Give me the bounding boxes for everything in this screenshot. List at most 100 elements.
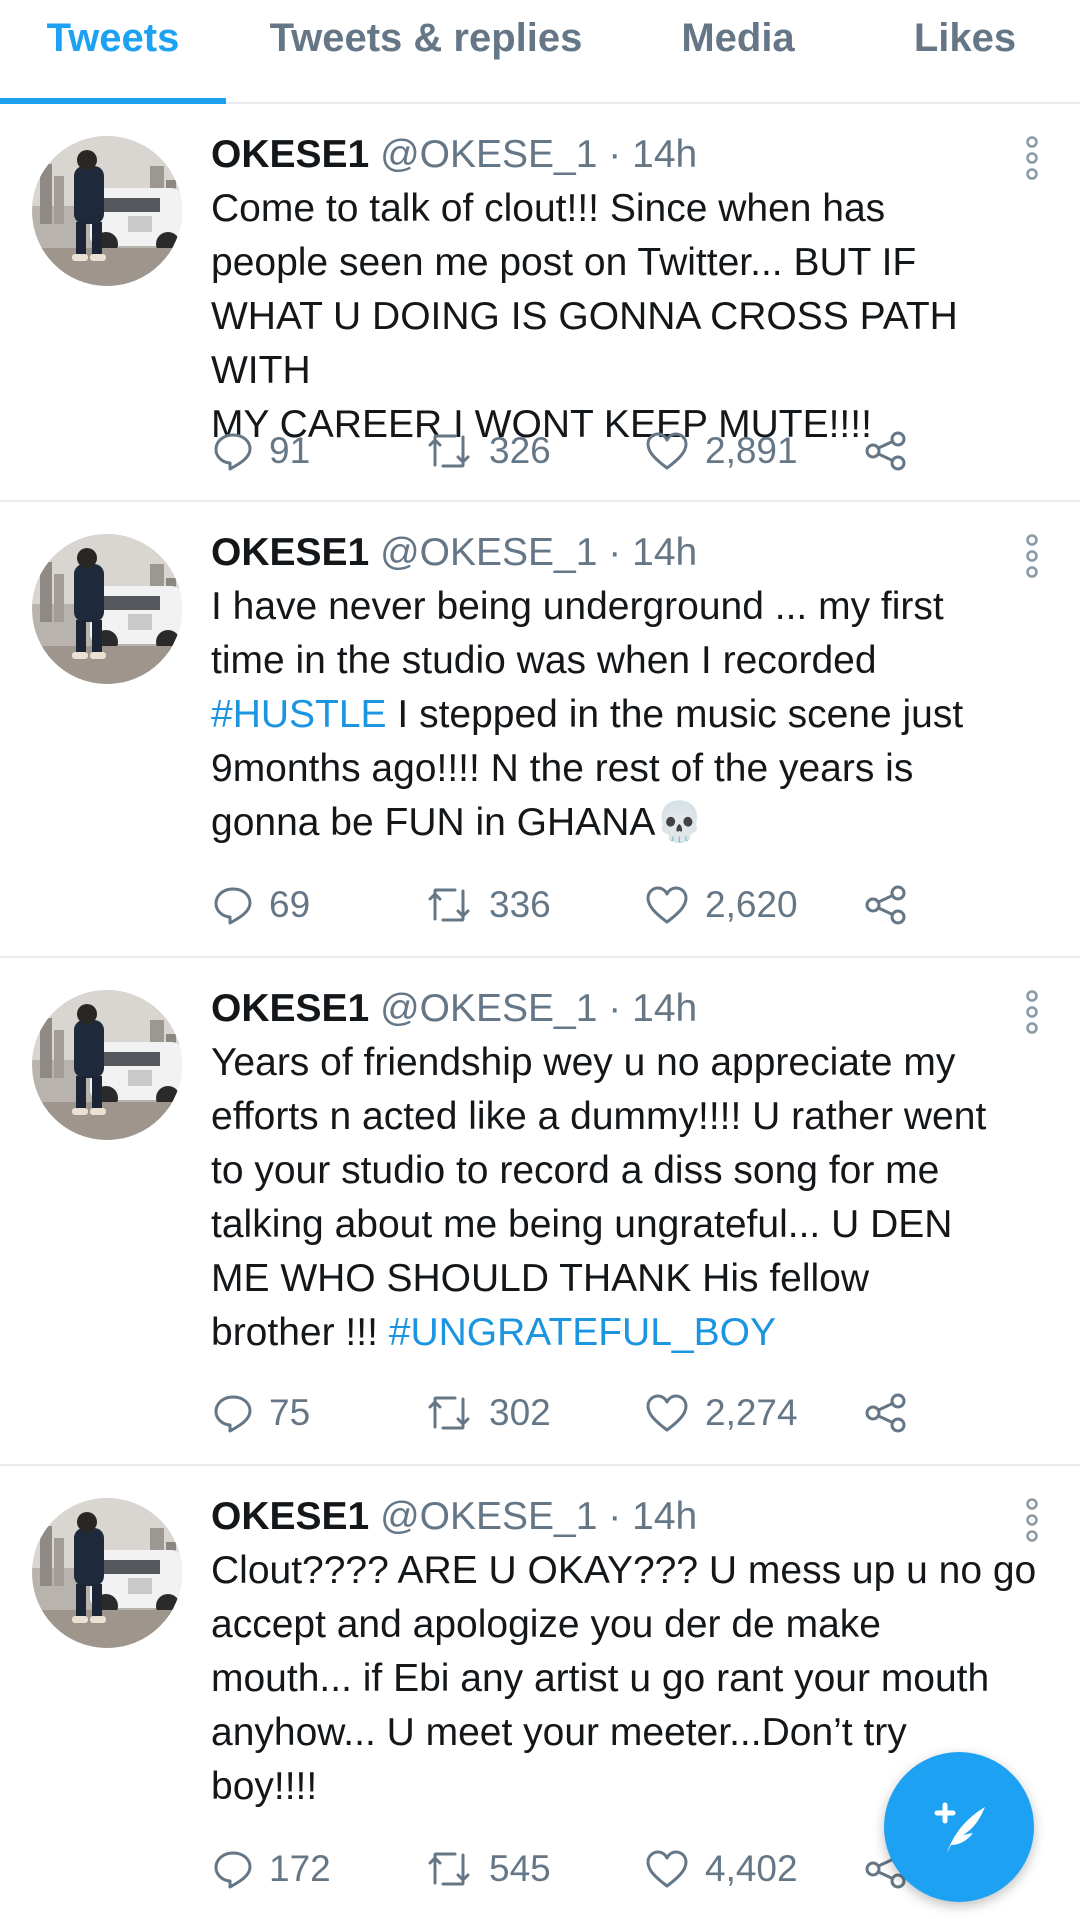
tweet-text-line: brother !!! #UNGRATEFUL_BOY xyxy=(211,1306,1051,1360)
user-handle: @OKESE_1 xyxy=(380,1495,598,1538)
hashtag-link[interactable]: #HUSTLE xyxy=(211,693,387,736)
tweet-text-segment: I stepped in the music scene just xyxy=(397,693,964,736)
tweet[interactable]: OKESE1 @OKESE_1 · 14h Years of friendshi… xyxy=(0,958,1080,1466)
heart-icon xyxy=(645,885,689,925)
tweet-text-line: time in the studio was when I recorded xyxy=(211,639,877,682)
heart-icon xyxy=(645,431,689,471)
more-vertical-icon[interactable] xyxy=(1022,134,1042,182)
timestamp[interactable]: 14h xyxy=(632,531,697,574)
tweet-text: Years of friendship wey u no appreciate … xyxy=(211,1036,1051,1360)
display-name[interactable]: OKESE1 xyxy=(211,133,369,176)
retweet-button[interactable]: 302 xyxy=(425,1386,551,1440)
tweet-actions: 75 302 2,274 xyxy=(211,1386,911,1440)
more-vertical-icon[interactable] xyxy=(1022,1496,1042,1544)
retweet-icon xyxy=(425,1393,473,1433)
tweet-text-line: ME WHO SHOULD THANK His fellow xyxy=(211,1257,870,1300)
share-button[interactable] xyxy=(864,424,924,478)
share-icon xyxy=(864,885,908,925)
compose-tweet-button[interactable] xyxy=(884,1752,1034,1902)
tweet-text-line: #HUSTLE I stepped in the music scene jus… xyxy=(211,688,1051,742)
tweet-text-segment: gonna be FUN in GHANA xyxy=(211,801,656,844)
separator: · xyxy=(608,133,622,176)
avatar[interactable] xyxy=(32,1498,182,1648)
display-name[interactable]: OKESE1 xyxy=(211,531,369,574)
separator: · xyxy=(608,531,622,574)
display-name[interactable]: OKESE1 xyxy=(211,1495,369,1538)
skull-emoji: 💀 xyxy=(655,801,704,844)
separator: · xyxy=(608,1495,622,1538)
reply-button[interactable]: 75 xyxy=(213,1386,310,1440)
user-handle: @OKESE_1 xyxy=(380,133,598,176)
retweet-count: 336 xyxy=(489,884,551,925)
tab-media[interactable]: Media xyxy=(626,0,850,102)
like-count: 2,891 xyxy=(705,430,798,471)
display-name[interactable]: OKESE1 xyxy=(211,987,369,1030)
reply-count: 91 xyxy=(269,430,311,471)
reply-count: 172 xyxy=(269,1848,331,1889)
retweet-icon xyxy=(425,885,473,925)
retweet-button[interactable]: 326 xyxy=(425,424,551,478)
reply-button[interactable]: 69 xyxy=(213,878,310,932)
reply-icon xyxy=(213,431,253,471)
retweet-icon xyxy=(425,1849,473,1889)
retweet-count: 545 xyxy=(489,1848,551,1889)
reply-icon xyxy=(213,1849,253,1889)
tab-likes[interactable]: Likes xyxy=(850,0,1080,102)
like-button[interactable]: 2,891 xyxy=(645,424,798,478)
tweet-text-line: people seen me post on Twitter... BUT IF xyxy=(211,241,917,284)
tweet-header: OKESE1 @OKESE_1 · 14h xyxy=(211,1490,1051,1544)
reply-icon xyxy=(213,1393,253,1433)
timestamp[interactable]: 14h xyxy=(632,987,697,1030)
like-count: 2,620 xyxy=(705,884,798,925)
user-handle: @OKESE_1 xyxy=(380,987,598,1030)
separator: · xyxy=(608,987,622,1030)
tweet[interactable]: OKESE1 @OKESE_1 · 14h I have never being… xyxy=(0,502,1080,958)
reply-button[interactable]: 91 xyxy=(213,424,310,478)
more-vertical-icon[interactable] xyxy=(1022,532,1042,580)
tab-tweets[interactable]: Tweets xyxy=(0,0,226,104)
avatar[interactable] xyxy=(32,990,182,1140)
share-button[interactable] xyxy=(864,878,924,932)
tweet-text-line: to your studio to record a diss song for… xyxy=(211,1149,940,1192)
compose-tweet-icon xyxy=(934,1802,985,1853)
avatar[interactable] xyxy=(32,136,182,286)
like-button[interactable]: 2,620 xyxy=(645,878,798,932)
share-icon xyxy=(864,1393,908,1433)
hashtag-link[interactable]: #UNGRATEFUL_BOY xyxy=(389,1311,776,1354)
reply-button[interactable]: 172 xyxy=(213,1842,331,1896)
retweet-count: 326 xyxy=(489,430,551,471)
heart-icon xyxy=(645,1393,689,1433)
timestamp[interactable]: 14h xyxy=(632,1495,697,1538)
tweet-header: OKESE1 @OKESE_1 · 14h xyxy=(211,526,1051,580)
reply-icon xyxy=(213,885,253,925)
tweet-text-line: mouth... if Ebi any artist u go rant you… xyxy=(211,1657,990,1700)
tweet-header: OKESE1 @OKESE_1 · 14h xyxy=(211,982,1051,1036)
tweet-actions: 172 545 4,402 xyxy=(211,1842,911,1896)
share-button[interactable] xyxy=(864,1386,924,1440)
like-count: 4,402 xyxy=(705,1848,798,1889)
tweet-text-line: talking about me being ungrateful... U D… xyxy=(211,1203,953,1246)
like-button[interactable]: 2,274 xyxy=(645,1386,798,1440)
tweet-text-line: Come to talk of clout!!! Since when has xyxy=(211,187,886,230)
tweet-actions: 91 326 2,891 xyxy=(211,424,911,478)
tweet-header: OKESE1 @OKESE_1 · 14h xyxy=(211,128,1051,182)
tweet-text-line: I have never being underground ... my fi… xyxy=(211,585,944,628)
tweet-text: I have never being underground ... my fi… xyxy=(211,580,1051,850)
avatar[interactable] xyxy=(32,534,182,684)
retweet-button[interactable]: 336 xyxy=(425,878,551,932)
tweet-text-line: accept and apologize you der de make xyxy=(211,1603,881,1646)
retweet-icon xyxy=(425,431,473,471)
profile-tabs: Tweets Tweets & replies Media Likes xyxy=(0,0,1080,104)
retweet-count: 302 xyxy=(489,1392,551,1433)
timestamp[interactable]: 14h xyxy=(632,133,697,176)
tweet-text-line: gonna be FUN in GHANA💀 xyxy=(211,796,1051,850)
more-vertical-icon[interactable] xyxy=(1022,988,1042,1036)
tweet[interactable]: OKESE1 @OKESE_1 · 14h Come to talk of cl… xyxy=(0,104,1080,502)
tweet-text: Come to talk of clout!!! Since when has … xyxy=(211,182,1051,452)
tweet-text-line: WHAT U DOING IS GONNA CROSS PATH WITH xyxy=(211,295,958,392)
tab-tweets-and-replies[interactable]: Tweets & replies xyxy=(226,0,626,102)
tweet-text-line: 9months ago!!!! N the rest of the years … xyxy=(211,747,914,790)
retweet-button[interactable]: 545 xyxy=(425,1842,551,1896)
user-handle: @OKESE_1 xyxy=(380,531,598,574)
like-button[interactable]: 4,402 xyxy=(645,1842,798,1896)
